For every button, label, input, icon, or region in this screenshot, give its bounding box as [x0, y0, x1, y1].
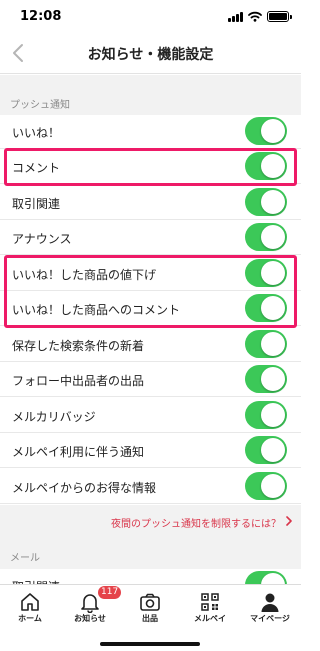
setting-label: コメント [12, 161, 61, 175]
setting-label: 取引関連 [12, 197, 61, 211]
home-icon [21, 593, 39, 611]
tab-mypage[interactable]: マイページ [240, 585, 300, 631]
status-icons [228, 11, 292, 22]
page-title: お知らせ・機能設定 [87, 47, 214, 63]
night-restriction-link[interactable]: 夜間のプッシュ通知を制限するには？ [0, 505, 301, 539]
setting-row-announce[interactable]: アナウンス [0, 221, 301, 255]
setting-row-price-drop[interactable]: いいね！した商品の値下げ [0, 257, 301, 291]
toggle-switch[interactable] [245, 365, 287, 393]
toggle-switch[interactable] [245, 472, 287, 500]
tab-home[interactable]: ホーム [0, 585, 60, 631]
setting-row-saved-search[interactable]: 保存した検索条件の新着 [0, 328, 301, 362]
setting-label: メルカリバッジ [12, 410, 96, 424]
setting-row-mercari-badge[interactable]: メルカリバッジ [0, 399, 301, 433]
toggle-switch[interactable] [245, 436, 287, 464]
status-time: 12:08 [20, 9, 62, 24]
signal-icon [228, 11, 243, 22]
setting-row-liked-comment[interactable]: いいね！した商品へのコメント [0, 292, 301, 326]
tab-label: マイページ [250, 614, 290, 623]
toggle-switch[interactable] [245, 117, 287, 145]
nav-bar: お知らせ・機能設定 [0, 34, 301, 74]
tab-label: 出品 [142, 614, 158, 623]
toggle-switch[interactable] [245, 188, 287, 216]
status-bar: 12:08 [0, 0, 301, 34]
setting-label: メルペイからのお得な情報 [12, 481, 157, 495]
toggle-switch[interactable] [245, 401, 287, 429]
setting-row-like[interactable]: いいね！ [0, 115, 301, 149]
tab-label: お知らせ [74, 614, 106, 623]
person-icon [261, 593, 279, 612]
tab-notifications[interactable]: 117 お知らせ [60, 585, 122, 631]
wifi-icon [248, 11, 262, 22]
toggle-switch[interactable] [245, 223, 287, 251]
battery-icon [267, 11, 292, 22]
setting-label: いいね！ [12, 126, 61, 140]
tab-bar: ホーム 117 お知らせ 出品 メルペイ マイページ [0, 584, 301, 651]
setting-label: メルペイ利用に伴う通知 [12, 445, 145, 459]
home-indicator [100, 642, 200, 646]
tab-sell[interactable]: 出品 [120, 585, 180, 631]
chevron-right-icon [286, 516, 292, 526]
setting-row-merpay-usage[interactable]: メルペイ利用に伴う通知 [0, 434, 301, 468]
toggle-switch[interactable] [245, 259, 287, 287]
section-header-label: プッシュ通知 [10, 100, 70, 111]
qr-code-icon [201, 593, 219, 611]
notification-badge: 117 [98, 586, 122, 599]
setting-label: 保存した検索条件の新着 [12, 339, 145, 353]
tab-label: ホーム [18, 614, 42, 623]
camera-icon [140, 593, 160, 611]
toggle-switch[interactable] [245, 330, 287, 358]
section-header-mail: メール [0, 539, 301, 569]
setting-row-merpay-deals[interactable]: メルペイからのお得な情報 [0, 470, 301, 504]
setting-row-following-sellers[interactable]: フォロー中出品者の出品 [0, 363, 301, 397]
setting-label: フォロー中出品者の出品 [12, 374, 145, 388]
setting-row-transaction[interactable]: 取引関連 [0, 186, 301, 220]
setting-row-comment[interactable]: コメント [0, 150, 301, 184]
setting-label: いいね！した商品の値下げ [12, 268, 157, 282]
setting-label: いいね！した商品へのコメント [12, 303, 181, 317]
setting-label: アナウンス [12, 232, 72, 246]
tab-merpay[interactable]: メルペイ [180, 585, 240, 631]
section-header-push: プッシュ通知 [0, 75, 301, 115]
tab-label: メルペイ [194, 614, 226, 623]
toggle-switch[interactable] [245, 294, 287, 322]
toggle-switch[interactable] [245, 152, 287, 180]
section-header-label: メール [10, 553, 40, 564]
night-restriction-link-text[interactable]: 夜間のプッシュ通知を制限するには？ [111, 515, 281, 530]
